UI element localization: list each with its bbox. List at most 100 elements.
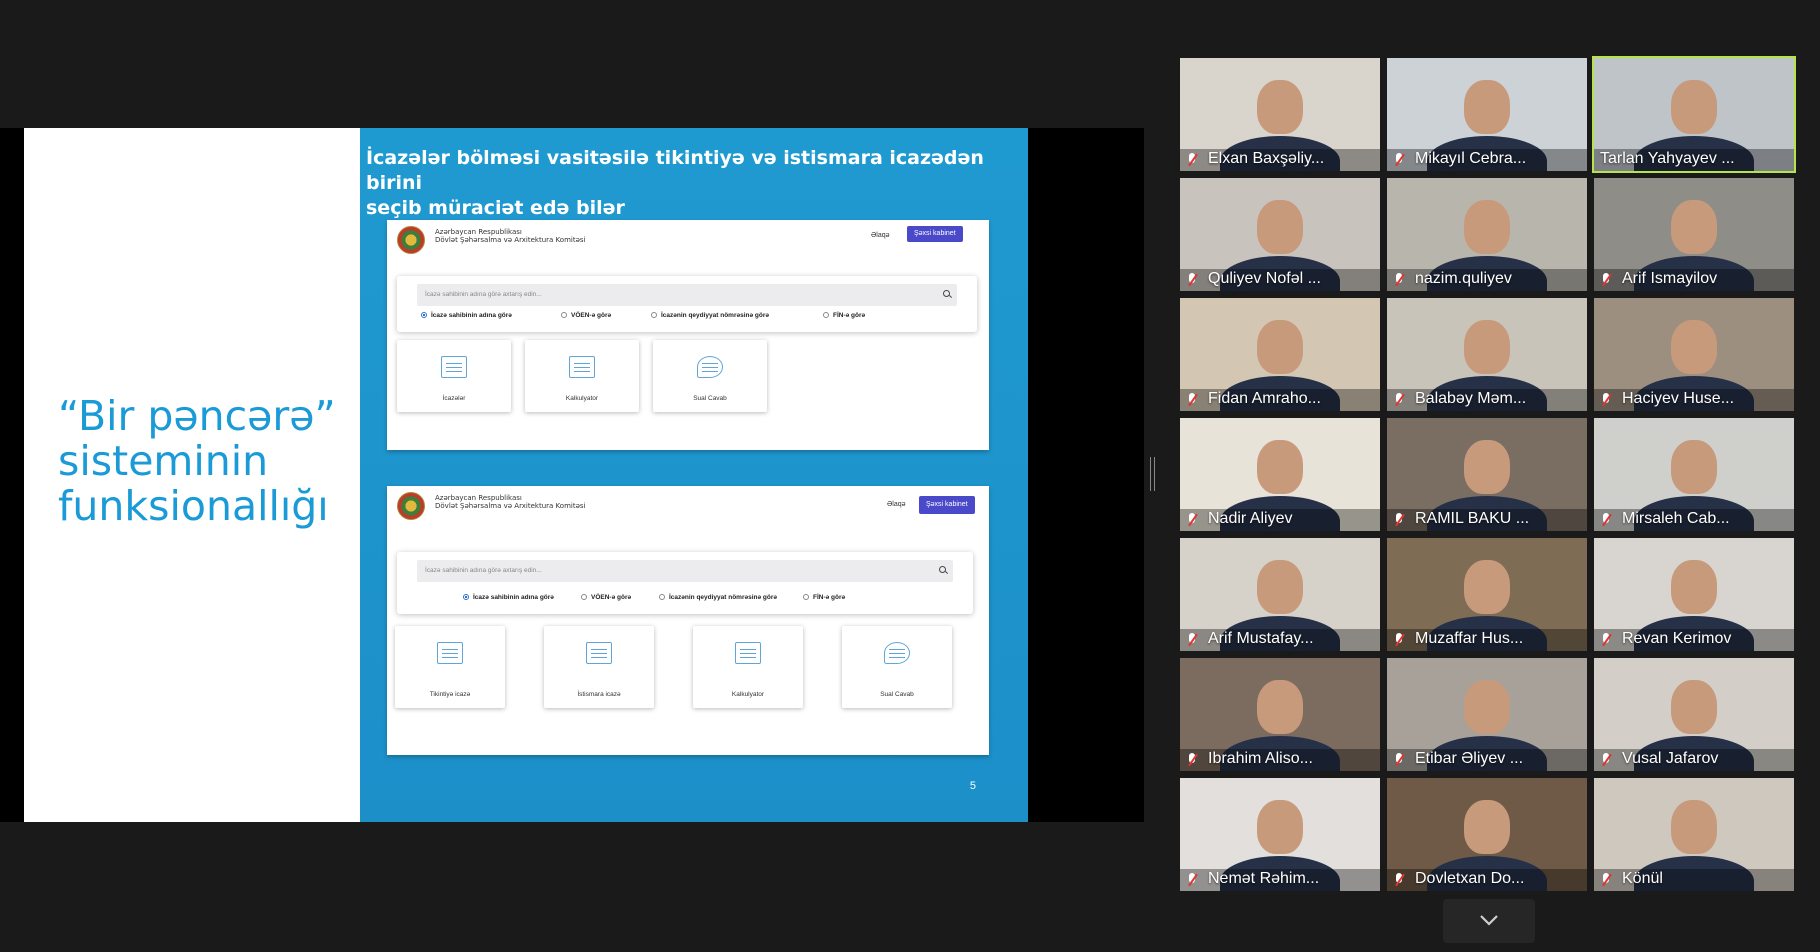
site-screenshot-1: Azərbaycan Respublikası Dövlət Şəhərsalm… <box>387 220 989 450</box>
participant-tile[interactable]: Arif Mustafay... <box>1180 538 1380 651</box>
slide-page-number: 5 <box>969 780 976 792</box>
participant-tile[interactable]: RAMIL BAKU ... <box>1387 418 1587 531</box>
participant-name: Könül <box>1622 870 1663 887</box>
search-mode-radios: İcazə sahibinin adına görə VÖEN-ə görə İ… <box>421 312 957 324</box>
participant-tile[interactable]: Könül <box>1594 778 1794 891</box>
participant-name: Dovletxan Do... <box>1415 870 1525 887</box>
participant-name: Revan Kerimov <box>1622 630 1732 647</box>
search-card: İcazə sahibinin adına görə axtarış edin.… <box>397 552 973 614</box>
participant-name: Muzaffar Hus... <box>1415 630 1524 647</box>
radio-icon <box>803 594 809 600</box>
personal-cabinet-button: Şəxsi kabinet <box>907 226 963 242</box>
participant-name: Quliyev Nofəl ... <box>1208 270 1321 287</box>
gallery-next-page-button[interactable] <box>1443 899 1535 943</box>
tile-calculator: Kalkulyator <box>693 626 803 708</box>
panel-resize-handle[interactable] <box>1150 457 1155 491</box>
participant-head <box>1257 800 1303 854</box>
radio-icon <box>651 312 657 318</box>
participant-tile[interactable]: Ibrahim Aliso... <box>1180 658 1380 771</box>
slide-title: “Bir pəncərə” sisteminin funksionallığı <box>58 394 358 529</box>
mic-off-icon <box>1186 633 1198 647</box>
mic-off-icon <box>1600 273 1612 287</box>
participant-tile[interactable]: Mirsaleh Cab... <box>1594 418 1794 531</box>
mic-off-icon <box>1393 393 1405 407</box>
radio-icon <box>659 594 665 600</box>
participant-head <box>1671 560 1717 614</box>
participant-name: Elxan Baxşəliy... <box>1208 150 1325 167</box>
tile-calculator: Kalkulyator <box>525 340 639 412</box>
participant-tile[interactable]: Revan Kerimov <box>1594 538 1794 651</box>
participant-head <box>1464 680 1510 734</box>
meeting-window: “Bir pəncərə” sisteminin funksionallığı … <box>0 0 1820 952</box>
participant-name: nazim.quliyev <box>1415 270 1512 287</box>
participant-tile[interactable]: Mikayıl Cebra... <box>1387 58 1587 171</box>
participant-name: Ibrahim Aliso... <box>1208 750 1313 767</box>
participant-tile[interactable]: Vusal Jafarov <box>1594 658 1794 771</box>
participant-name: Arif Mustafay... <box>1208 630 1314 647</box>
participant-tile[interactable]: Nadir Aliyev <box>1180 418 1380 531</box>
org-line: Azərbaycan Respublikası <box>435 494 522 502</box>
radio-by-fin: FİN-ə görə <box>823 312 865 319</box>
radio-by-fin: FİN-ə görə <box>803 594 845 601</box>
mic-off-icon <box>1600 633 1612 647</box>
mic-off-icon <box>1186 273 1198 287</box>
participant-head <box>1464 560 1510 614</box>
question-bubble-icon <box>697 356 723 378</box>
participant-name: Mirsaleh Cab... <box>1622 510 1730 527</box>
search-card: İcazə sahibinin adına görə axtarış edin.… <box>397 276 977 332</box>
participant-head <box>1671 680 1717 734</box>
participant-name: Nadir Aliyev <box>1208 510 1293 527</box>
radio-by-holder: İcazə sahibinin adına görə <box>463 594 554 601</box>
state-emblem-icon <box>397 226 425 254</box>
participant-name: Haciyev Huse... <box>1622 390 1735 407</box>
calculator-icon <box>735 642 761 664</box>
search-placeholder: İcazə sahibinin adına görə axtarış edin.… <box>425 291 542 298</box>
mic-off-icon <box>1186 753 1198 767</box>
mic-off-icon <box>1393 153 1405 167</box>
participant-name: Fidan Amraho... <box>1208 390 1321 407</box>
participant-tile[interactable]: Quliyev Nofəl ... <box>1180 178 1380 291</box>
participant-tile[interactable]: Elxan Baxşəliy... <box>1180 58 1380 171</box>
mic-off-icon <box>1600 513 1612 527</box>
slide-title-line: “Bir pəncərə” <box>58 392 336 440</box>
mic-off-icon <box>1393 633 1405 647</box>
participant-tile[interactable]: Haciyev Huse... <box>1594 298 1794 411</box>
tile-construction-permit: Tikintiyə icazə <box>395 626 505 708</box>
participant-tile[interactable]: Balabəy Məm... <box>1387 298 1587 411</box>
participant-name: Mikayıl Cebra... <box>1415 150 1527 167</box>
participant-head <box>1257 80 1303 134</box>
mic-off-icon <box>1600 393 1612 407</box>
slide-title-line: funksionallığı <box>58 482 329 530</box>
participant-tile[interactable]: Etibar Əliyev ... <box>1387 658 1587 771</box>
participant-tile[interactable]: Nemət Rəhim... <box>1180 778 1380 891</box>
participant-tile[interactable]: Dovletxan Do... <box>1387 778 1587 891</box>
participant-head <box>1257 680 1303 734</box>
participant-tile[interactable]: Fidan Amraho... <box>1180 298 1380 411</box>
radio-icon <box>561 312 567 318</box>
radio-label: İcazənin qeydiyyat nömrəsinə görə <box>669 594 778 601</box>
radio-label: İcazə sahibinin adına görə <box>473 594 554 601</box>
tile-label: Kalkulyator <box>731 691 765 698</box>
mic-off-icon <box>1186 153 1198 167</box>
shared-screen: “Bir pəncərə” sisteminin funksionallığı … <box>0 128 1144 822</box>
tile-faq: Sual Cavab <box>653 340 767 412</box>
participant-tile[interactable]: Muzaffar Hus... <box>1387 538 1587 651</box>
building-icon <box>441 356 467 378</box>
tile-operation-permit: İstismara icazə <box>544 626 654 708</box>
participant-name: Tarlan Yahyayev ... <box>1600 150 1735 167</box>
radio-by-number: İcazənin qeydiyyat nömrəsinə görə <box>651 312 769 319</box>
participant-tile[interactable]: Arif Ismayilov <box>1594 178 1794 291</box>
mic-off-icon <box>1186 393 1198 407</box>
participant-tile[interactable]: Tarlan Yahyayev ... <box>1592 56 1796 173</box>
org-name: Azərbaycan Respublikası Dövlət Şəhərsalm… <box>435 228 585 244</box>
radio-label: FİN-ə görə <box>833 312 866 319</box>
site-header: Azərbaycan Respublikası Dövlət Şəhərsalm… <box>387 486 989 526</box>
participant-tile[interactable]: nazim.quliyev <box>1387 178 1587 291</box>
radio-label: İcazə sahibinin adına görə <box>431 312 512 319</box>
search-input: İcazə sahibinin adına görə axtarış edin.… <box>417 284 957 306</box>
document-icon <box>586 642 612 664</box>
participant-name: RAMIL BAKU ... <box>1415 510 1530 527</box>
mic-off-icon <box>1600 753 1612 767</box>
radio-selected-icon <box>463 594 469 600</box>
search-placeholder: İcazə sahibinin adına görə axtarış edin.… <box>425 567 542 574</box>
